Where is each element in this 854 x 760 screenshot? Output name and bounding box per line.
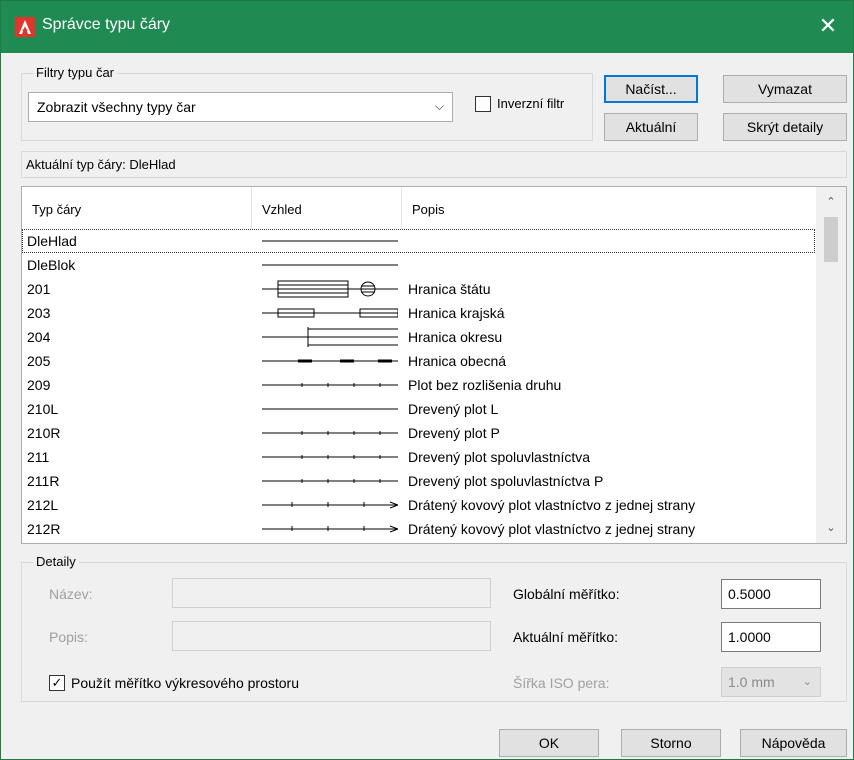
description-label: Popis: [49, 629, 88, 645]
column-header-linetype[interactable]: Typ čáry [22, 187, 252, 229]
linetype-preview [262, 479, 398, 483]
linetype-row[interactable]: 211R Drevený plot spoluvlastníctva P [22, 469, 815, 493]
name-field[interactable] [172, 578, 491, 608]
cancel-button[interactable]: Storno [621, 729, 721, 757]
linetype-row[interactable]: 212L Drátený kovový plot vlastníctvo z je… [22, 493, 815, 517]
linetype-preview [262, 408, 398, 410]
linetype-name: 211R [27, 473, 60, 489]
paper-space-scale-label[interactable]: Použít měřítko výkresového prostoru [71, 675, 299, 691]
linetype-preview [262, 525, 398, 533]
description-field[interactable] [172, 621, 491, 651]
current-linetype-text: Aktuální typ čáry: DleHlad [26, 157, 176, 172]
linetype-description: Hranica krajská [408, 305, 505, 321]
linetype-preview [262, 240, 398, 242]
title-bar: Správce typu čáry ✕ [1, 1, 853, 53]
chevron-down-icon: ⌵ [434, 99, 444, 113]
linetype-row[interactable]: 205 Hranica obecná [22, 349, 815, 373]
linetype-row[interactable]: DleBlok [22, 253, 815, 277]
linetype-description: Hranica okresu [408, 329, 503, 345]
linetype-name: 209 [27, 377, 51, 393]
linetype-description: Drevený plot L [408, 401, 499, 417]
linetype-list[interactable]: Typ čáry Vzhled Popis DleHlad DleBlok 201 H… [21, 186, 847, 544]
invert-filter-label[interactable]: Inverzní filtr [497, 96, 564, 111]
linetype-preview [262, 383, 398, 387]
linetype-description: Drevený plot spoluvlastníctva [408, 449, 591, 465]
linetype-description: Plot bez rozlišenia druhu [408, 377, 562, 393]
linetype-row[interactable]: DleHlad [22, 229, 815, 253]
linetype-name: 201 [27, 281, 51, 297]
name-label: Název: [49, 586, 93, 602]
chevron-down-icon: ⌄ [802, 676, 812, 688]
linetype-preview [262, 359, 398, 363]
list-scrollbar[interactable]: ⌃ ⌄ [816, 187, 846, 543]
linetype-description: Drátený kovový plot vlastníctvo z jednej… [408, 521, 696, 537]
linetype-preview [262, 308, 398, 318]
iso-pen-width-select[interactable]: 1.0 mm ⌄ [721, 667, 821, 697]
linetype-name: 205 [27, 353, 51, 369]
filter-dropdown-value: Zobrazit všechny typy čar [37, 99, 196, 115]
column-header-appearance[interactable]: Vzhled [252, 187, 402, 229]
linetype-preview [262, 327, 398, 347]
linetype-name: 211 [27, 449, 50, 465]
linetype-preview [262, 431, 398, 435]
linetype-description: Hranica obecná [408, 353, 507, 369]
dialog-title: Správce typu čáry [42, 16, 171, 33]
scroll-up-icon[interactable]: ⌃ [816, 195, 846, 208]
iso-pen-width-label: Šířka ISO pera: [513, 675, 610, 691]
linetype-row[interactable]: 203 Hranica krajská [22, 301, 815, 325]
linetype-manager-dialog: Správce typu čáry ✕ Filtry typu čar Zobr… [0, 0, 854, 760]
current-linetype-bar: Aktuální typ čáry: DleHlad [21, 151, 847, 178]
linetype-description: Drevený plot spoluvlastníctva P [408, 473, 604, 489]
linetype-description: Drátený kovový plot vlastníctvo z jednej… [408, 497, 696, 513]
delete-button[interactable]: Vymazat [723, 75, 847, 103]
linetype-name: 212R [27, 521, 61, 537]
paper-space-scale-checkbox[interactable]: ✓ [49, 675, 65, 691]
linetype-name: 210L [27, 401, 59, 417]
linetype-preview [262, 501, 398, 509]
linetype-row[interactable]: 212R Drátený kovový plot vlastníctvo z je… [22, 517, 815, 541]
linetype-preview [262, 280, 398, 298]
autocad-a-icon [15, 17, 35, 37]
set-current-button[interactable]: Aktuální [604, 113, 698, 141]
scroll-down-icon[interactable]: ⌄ [816, 521, 846, 534]
iso-pen-width-value: 1.0 mm [728, 674, 775, 690]
filters-legend: Filtry typu čar [33, 65, 118, 80]
close-icon[interactable]: ✕ [813, 11, 843, 41]
linetype-filter-dropdown[interactable]: Zobrazit všechny typy čar ⌵ [28, 92, 453, 122]
hide-details-button[interactable]: Skrýt detaily [723, 113, 847, 141]
invert-filter-checkbox[interactable] [475, 96, 491, 112]
ok-button[interactable]: OK [499, 729, 599, 757]
linetype-row[interactable]: 210L Drevený plot L [22, 397, 815, 421]
load-button[interactable]: Načíst... [604, 75, 698, 103]
linetype-description: Hranica štátu [408, 281, 491, 297]
linetype-name: DleBlok [27, 257, 76, 273]
linetype-description: Drevený plot P [408, 425, 500, 441]
linetype-row[interactable]: 210R Drevený plot P [22, 421, 815, 445]
linetype-row[interactable]: 201 Hranica štátu [22, 277, 815, 301]
linetype-name: DleHlad [27, 233, 77, 249]
linetype-preview [262, 264, 398, 266]
list-header: Typ čáry Vzhled Popis [22, 187, 815, 229]
check-icon: ✓ [51, 675, 63, 690]
linetype-name: 212L [27, 497, 59, 513]
details-legend: Detaily [33, 554, 79, 569]
linetype-preview [262, 455, 398, 459]
linetype-row[interactable]: 211 Drevený plot spoluvlastníctva [22, 445, 815, 469]
current-scale-input[interactable]: 1.0000 [721, 622, 821, 652]
linetype-name: 204 [27, 329, 51, 345]
linetype-name: 203 [27, 305, 51, 321]
global-scale-input[interactable]: 0.5000 [721, 579, 821, 609]
linetype-row[interactable]: 209 Plot bez rozlišenia druhu [22, 373, 815, 397]
help-button[interactable]: Nápověda [740, 729, 847, 757]
global-scale-label: Globální měřítko: [513, 586, 620, 602]
scroll-thumb[interactable] [824, 217, 838, 262]
current-scale-label: Aktuální měřítko: [513, 629, 619, 645]
column-header-description[interactable]: Popis [402, 187, 815, 229]
linetype-row[interactable]: 204 Hranica okresu [22, 325, 815, 349]
linetype-name: 210R [27, 425, 61, 441]
